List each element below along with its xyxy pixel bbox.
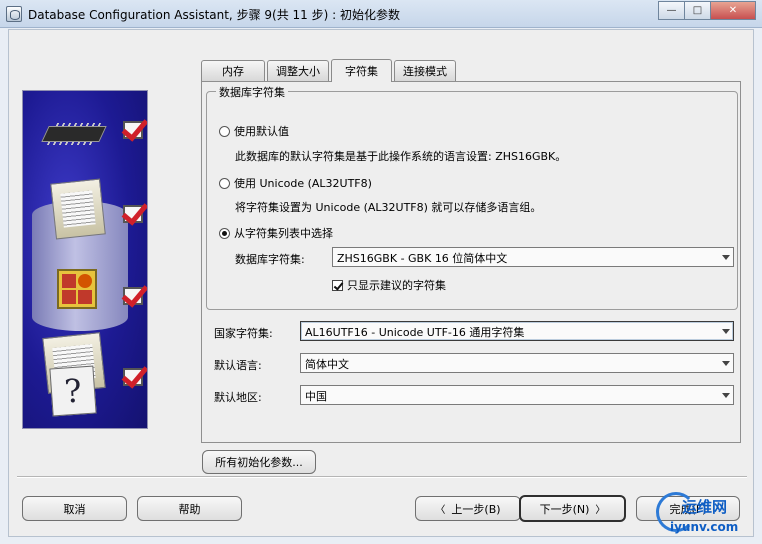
question-document-icon: ? bbox=[49, 365, 97, 417]
shapes-icon bbox=[57, 269, 97, 309]
back-label: 上一步(B) bbox=[451, 502, 501, 516]
tab-charset[interactable]: 字符集 bbox=[331, 59, 392, 82]
default-territory-label: 默认地区: bbox=[214, 391, 262, 404]
checkmark-icon bbox=[123, 121, 143, 139]
radio-choose-from-list[interactable]: 从字符集列表中选择 bbox=[219, 225, 333, 241]
radio-label: 从字符集列表中选择 bbox=[234, 227, 333, 240]
checkmark-icon bbox=[123, 205, 143, 223]
default-territory-value: 中国 bbox=[305, 390, 327, 403]
watermark-bottom: iyunv.com bbox=[670, 520, 739, 534]
radio-use-default[interactable]: 使用默认值 bbox=[219, 123, 289, 139]
chevron-down-icon bbox=[722, 361, 730, 366]
back-button[interactable]: 〈 上一步(B) bbox=[415, 496, 521, 521]
checkbox[interactable] bbox=[332, 279, 343, 291]
default-description: 此数据库的默认字符集是基于此操作系统的语言设置: ZHS16GBK。 bbox=[235, 150, 567, 163]
window-title: Database Configuration Assistant, 步骤 9(共… bbox=[28, 8, 400, 22]
chevron-down-icon bbox=[722, 329, 730, 334]
tab-connection-mode[interactable]: 连接模式 bbox=[394, 60, 456, 81]
checkbox-label: 只显示建议的字符集 bbox=[347, 279, 446, 292]
help-button[interactable]: 帮助 bbox=[137, 496, 242, 521]
checkmark-icon bbox=[123, 368, 143, 386]
db-charset-label: 数据库字符集: bbox=[235, 253, 305, 266]
radio-button[interactable] bbox=[219, 177, 230, 189]
radio-button[interactable] bbox=[219, 125, 230, 137]
chevron-left-icon: 〈 bbox=[435, 505, 446, 516]
default-language-select[interactable]: 简体中文 bbox=[300, 353, 734, 373]
next-label: 下一步(N) bbox=[539, 502, 590, 516]
next-button[interactable]: 下一步(N) 〉 bbox=[519, 495, 626, 522]
cancel-button[interactable]: 取消 bbox=[22, 496, 127, 521]
radio-label: 使用 Unicode (AL32UTF8) bbox=[234, 177, 372, 190]
memory-chip-icon bbox=[41, 126, 107, 142]
db-charset-value: ZHS16GBK - GBK 16 位简体中文 bbox=[337, 252, 508, 265]
folder-icon bbox=[50, 178, 106, 240]
chevron-down-icon bbox=[722, 255, 730, 260]
watermark-top: 运维网 bbox=[682, 498, 728, 516]
group-title: 数据库字符集 bbox=[216, 84, 288, 100]
show-recommended-checkbox[interactable]: 只显示建议的字符集 bbox=[332, 277, 446, 293]
checkmark-icon bbox=[123, 287, 143, 305]
chevron-down-icon bbox=[722, 393, 730, 398]
national-charset-value: AL16UTF16 - Unicode UTF-16 通用字符集 bbox=[305, 326, 525, 339]
db-charset-select[interactable]: ZHS16GBK - GBK 16 位简体中文 bbox=[332, 247, 734, 267]
default-language-value: 简体中文 bbox=[305, 358, 349, 371]
close-button[interactable]: ✕ bbox=[710, 1, 756, 20]
database-charset-group: 数据库字符集 使用默认值 此数据库的默认字符集是基于此操作系统的语言设置: ZH… bbox=[206, 84, 738, 310]
all-init-params-button[interactable]: 所有初始化参数... bbox=[202, 450, 316, 474]
radio-button[interactable] bbox=[219, 227, 230, 239]
radio-label: 使用默认值 bbox=[234, 125, 289, 138]
title-bar: Database Configuration Assistant, 步骤 9(共… bbox=[0, 0, 762, 28]
window-controls: — □ ✕ bbox=[658, 1, 756, 20]
tab-sizing[interactable]: 调整大小 bbox=[267, 60, 329, 81]
default-language-label: 默认语言: bbox=[214, 359, 262, 372]
dialog-body: ? 内存 调整大小 字符集 连接模式 数据库字符集 使用默认值 此数据库的默认字… bbox=[8, 29, 754, 537]
chevron-right-icon: 〉 bbox=[595, 505, 606, 516]
tab-memory[interactable]: 内存 bbox=[201, 60, 265, 81]
radio-use-unicode[interactable]: 使用 Unicode (AL32UTF8) bbox=[219, 175, 372, 191]
wizard-graphic: ? bbox=[22, 90, 148, 429]
unicode-description: 将字符集设置为 Unicode (AL32UTF8) 就可以存储多语言组。 bbox=[235, 201, 542, 214]
minimize-button[interactable]: — bbox=[658, 1, 685, 20]
national-charset-label: 国家字符集: bbox=[214, 327, 273, 340]
app-icon bbox=[6, 6, 22, 22]
site-watermark: 运维网 iyunv.com bbox=[656, 490, 756, 540]
default-territory-select[interactable]: 中国 bbox=[300, 385, 734, 405]
charset-tab-panel: 数据库字符集 使用默认值 此数据库的默认字符集是基于此操作系统的语言设置: ZH… bbox=[201, 81, 741, 443]
maximize-button[interactable]: □ bbox=[684, 1, 711, 20]
national-charset-select[interactable]: AL16UTF16 - Unicode UTF-16 通用字符集 bbox=[300, 321, 734, 341]
divider bbox=[17, 476, 747, 477]
